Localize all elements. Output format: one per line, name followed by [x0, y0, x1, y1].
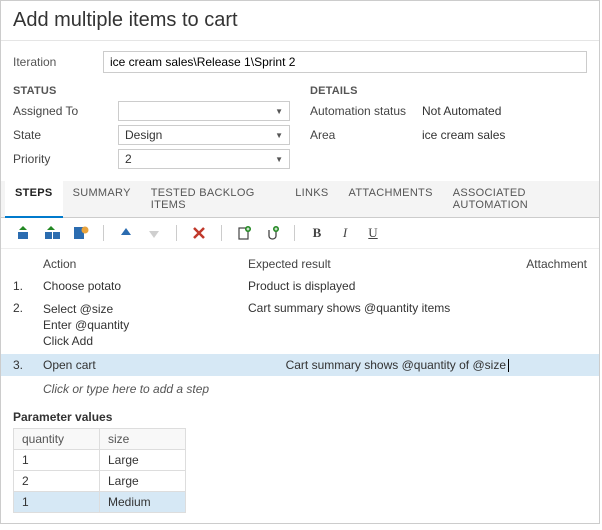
tab-associated-automation[interactable]: ASSOCIATED AUTOMATION [443, 181, 595, 217]
param-cell-quantity[interactable]: 2 [14, 470, 100, 491]
tab-attachments[interactable]: ATTACHMENTS [339, 181, 443, 217]
param-header-quantity[interactable]: quantity [14, 428, 100, 449]
assigned-to-dropdown[interactable]: ▼ [118, 101, 290, 121]
priority-value: 2 [125, 152, 132, 166]
parameter-values-title: Parameter values [13, 410, 587, 424]
step-expected[interactable]: Cart summary shows @quantity items [248, 301, 517, 315]
meta-section: STATUS Assigned To ▼ State Design ▼ Prio… [1, 79, 599, 181]
param-header-size[interactable]: size [100, 428, 186, 449]
assigned-to-row: Assigned To ▼ [13, 101, 290, 121]
toolbar-separator [221, 225, 222, 241]
chevron-down-icon: ▼ [275, 107, 283, 116]
move-up-icon[interactable] [114, 222, 138, 244]
iteration-input[interactable] [103, 51, 587, 73]
details-header: DETAILS [310, 85, 587, 97]
step-row[interactable]: 2. Select @size Enter @quantity Click Ad… [1, 297, 599, 354]
tab-tested-backlog[interactable]: TESTED BACKLOG ITEMS [141, 181, 286, 217]
automation-status-row: Automation status Not Automated [310, 101, 587, 121]
steps-grid-header: Action Expected result Attachment [1, 249, 599, 275]
delete-step-icon[interactable] [187, 222, 211, 244]
step-action[interactable]: Open cart [43, 358, 248, 372]
insert-shared-step-icon[interactable] [41, 222, 65, 244]
step-number: 1. [13, 279, 43, 293]
state-dropdown[interactable]: Design ▼ [118, 125, 290, 145]
iteration-label: Iteration [13, 55, 103, 69]
state-row: State Design ▼ [13, 125, 290, 145]
column-attachment: Attachment [517, 257, 587, 271]
tab-steps[interactable]: STEPS [5, 181, 63, 218]
create-shared-steps-icon[interactable] [69, 222, 93, 244]
step-action[interactable]: Choose potato [43, 279, 248, 293]
toolbar-separator [176, 225, 177, 241]
tab-links[interactable]: LINKS [285, 181, 338, 217]
table-row[interactable]: 2 Large [14, 470, 186, 491]
insert-step-icon[interactable] [13, 222, 37, 244]
column-expected: Expected result [248, 257, 517, 271]
param-cell-quantity[interactable]: 1 [14, 491, 100, 512]
step-number: 3. [13, 358, 43, 372]
step-action[interactable]: Select @size Enter @quantity Click Add [43, 301, 248, 350]
column-action: Action [43, 257, 248, 271]
priority-dropdown[interactable]: 2 ▼ [118, 149, 290, 169]
attach-file-icon[interactable] [260, 222, 284, 244]
step-expected[interactable]: Cart summary shows @quantity of @size [248, 358, 517, 372]
work-item-title[interactable]: Add multiple items to cart [1, 1, 599, 41]
details-column: DETAILS Automation status Not Automated … [310, 85, 587, 173]
iteration-row: Iteration [1, 41, 599, 79]
param-cell-size[interactable]: Large [100, 470, 186, 491]
chevron-down-icon: ▼ [275, 131, 283, 140]
step-row[interactable]: 3. Open cart Cart summary shows @quantit… [1, 354, 599, 376]
assigned-to-label: Assigned To [13, 104, 118, 118]
toolbar-separator [294, 225, 295, 241]
area-value[interactable]: ice cream sales [415, 125, 587, 145]
parameter-values-section: Parameter values quantity size 1 Large 2… [1, 406, 599, 523]
state-value: Design [125, 128, 162, 142]
table-row[interactable]: 1 Medium [14, 491, 186, 512]
param-cell-size[interactable]: Large [100, 449, 186, 470]
area-row: Area ice cream sales [310, 125, 587, 145]
automation-status-value[interactable]: Not Automated [415, 101, 587, 121]
table-row[interactable]: 1 Large [14, 449, 186, 470]
parameter-values-table: quantity size 1 Large 2 Large 1 Medium [13, 428, 186, 513]
status-column: STATUS Assigned To ▼ State Design ▼ Prio… [13, 85, 290, 173]
param-cell-size[interactable]: Medium [100, 491, 186, 512]
state-label: State [13, 128, 118, 142]
move-down-icon[interactable] [142, 222, 166, 244]
status-header: STATUS [13, 85, 290, 97]
steps-toolbar: B I U [1, 218, 599, 249]
table-header-row: quantity size [14, 428, 186, 449]
step-row[interactable]: 1. Choose potato Product is displayed [1, 275, 599, 297]
priority-row: Priority 2 ▼ [13, 149, 290, 169]
step-expected[interactable]: Product is displayed [248, 279, 517, 293]
step-number: 2. [13, 301, 43, 315]
priority-label: Priority [13, 152, 118, 166]
area-label: Area [310, 128, 415, 142]
italic-icon[interactable]: I [333, 222, 357, 244]
tab-bar: STEPS SUMMARY TESTED BACKLOG ITEMS LINKS… [1, 181, 599, 218]
insert-parameter-icon[interactable] [232, 222, 256, 244]
underline-icon[interactable]: U [361, 222, 385, 244]
toolbar-separator [103, 225, 104, 241]
add-step-hint[interactable]: Click or type here to add a step [1, 376, 599, 406]
automation-status-label: Automation status [310, 104, 415, 118]
work-item-form: Add multiple items to cart Iteration STA… [0, 0, 600, 524]
chevron-down-icon: ▼ [275, 155, 283, 164]
tab-summary[interactable]: SUMMARY [63, 181, 141, 217]
param-cell-quantity[interactable]: 1 [14, 449, 100, 470]
bold-icon[interactable]: B [305, 222, 329, 244]
